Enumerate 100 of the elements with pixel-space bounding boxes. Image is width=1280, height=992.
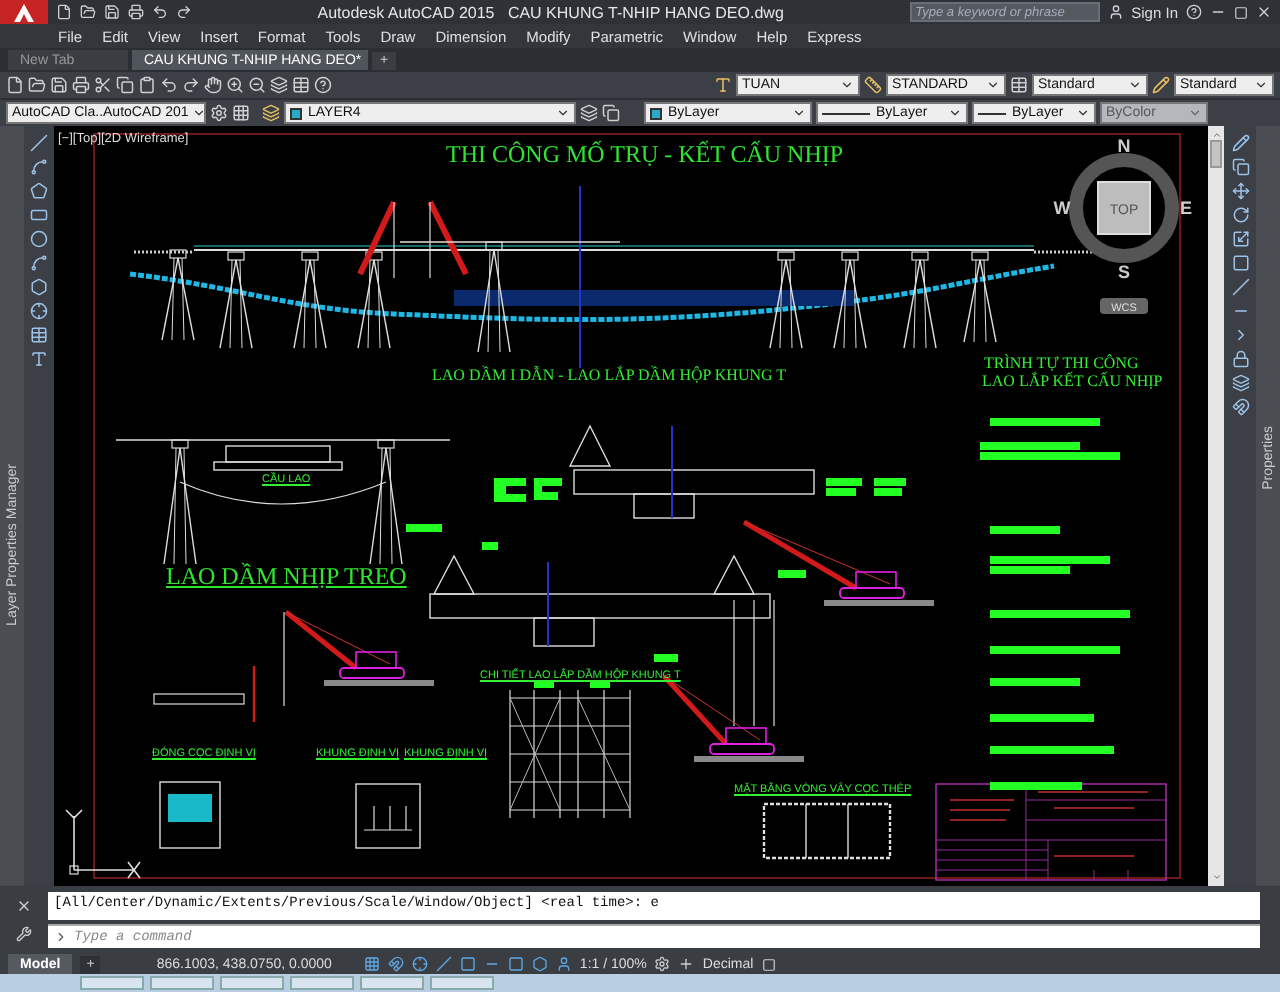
scale-icon[interactable]: [1231, 230, 1249, 248]
annotation-bar: [990, 610, 1130, 618]
annotation-bar: [778, 570, 806, 578]
maximize-icon[interactable]: [1234, 5, 1248, 19]
redo-icon[interactable]: [182, 76, 200, 94]
annotation-glyph-drawing: [534, 478, 562, 500]
app-logo-icon[interactable]: [0, 0, 48, 24]
undo-icon[interactable]: [152, 4, 168, 20]
drawing-text: THI CÔNG MỐ TRỤ - KẾT CẤU NHỊP: [446, 142, 844, 169]
save-icon[interactable]: [50, 76, 68, 94]
text-icon[interactable]: [30, 350, 48, 368]
user-icon[interactable]: [1107, 4, 1124, 20]
pan-icon[interactable]: [204, 76, 222, 94]
rotate-icon[interactable]: [1231, 206, 1249, 224]
help-icon[interactable]: [1186, 4, 1202, 20]
snap-icon[interactable]: [387, 956, 404, 972]
copy-icon[interactable]: [1231, 158, 1249, 176]
ruler-icon[interactable]: [864, 76, 882, 94]
color-swatch-icon: [650, 107, 662, 119]
annotation-bar: [990, 746, 1114, 754]
barge-drawing: [153, 611, 285, 722]
hexagon-icon[interactable]: [30, 278, 48, 296]
line-icon[interactable]: [30, 134, 48, 152]
drawing-text: LAO DẦM NHỊP TREO: [166, 564, 407, 591]
table-icon[interactable]: [30, 326, 48, 344]
zoom-out-icon[interactable]: [248, 76, 266, 94]
rectangle-icon[interactable]: [30, 206, 48, 224]
annotation-bar: [590, 680, 610, 688]
table-icon[interactable]: [292, 76, 310, 94]
layers-icon[interactable]: [580, 104, 598, 122]
circle-icon[interactable]: [30, 230, 48, 248]
point-icon[interactable]: [30, 302, 48, 320]
layers-icon[interactable]: [270, 76, 288, 94]
redo-icon[interactable]: [176, 4, 192, 20]
scroll-down-icon[interactable]: [1211, 872, 1221, 882]
grid-icon[interactable]: [363, 956, 380, 972]
fullscreen-icon[interactable]: [761, 957, 776, 971]
crane-drawing: [662, 674, 804, 762]
cut-icon[interactable]: [94, 76, 112, 94]
grid-icon[interactable]: [232, 104, 250, 122]
annotation-bar: [990, 714, 1094, 722]
compass-south[interactable]: S: [1118, 262, 1130, 282]
wrench-icon[interactable]: [16, 926, 32, 942]
table-style-icon[interactable]: [1010, 76, 1028, 94]
close-icon[interactable]: [1256, 4, 1272, 20]
paste-icon[interactable]: [138, 76, 156, 94]
ucs-menu-button[interactable]: [1100, 298, 1148, 314]
viewcube-compass-ring[interactable]: [1069, 153, 1179, 263]
copy-icon[interactable]: [116, 76, 134, 94]
prompt-icon: [54, 930, 68, 944]
ucs-axis-icon: [65, 809, 141, 879]
settings-icon[interactable]: [210, 104, 228, 122]
layers-icon[interactable]: [1231, 374, 1249, 392]
text-style-icon[interactable]: [714, 76, 732, 94]
settings-icon[interactable]: [654, 956, 671, 972]
scroll-up-icon[interactable]: [1211, 130, 1221, 140]
annotation-bar: [990, 646, 1120, 654]
spline-icon[interactable]: [30, 254, 48, 272]
help-icon[interactable]: [314, 76, 332, 94]
annotation-bar: [482, 542, 498, 550]
annotation-bar: [654, 654, 678, 662]
compass-west[interactable]: W: [1053, 198, 1071, 218]
annotation-bar: [406, 524, 442, 532]
compass-east[interactable]: E: [1180, 198, 1192, 218]
line-sample-icon: [978, 111, 1006, 115]
annotation-bar: [990, 418, 1100, 426]
drawing-text: TRÌNH TỰ THI CÔNG: [984, 356, 1139, 372]
polyline-icon[interactable]: [30, 158, 48, 176]
new-file-icon[interactable]: [6, 76, 24, 94]
plus-icon[interactable]: [678, 956, 695, 972]
lock-icon[interactable]: [1231, 350, 1249, 368]
window-title: Autodesk AutoCAD 2015 CAU KHUNG T-NHIP HANG DEO.dwg: [315, 3, 786, 21]
save-icon[interactable]: [104, 4, 120, 20]
compass-north[interactable]: N: [1117, 136, 1131, 156]
crosshair-icon[interactable]: [411, 956, 428, 972]
annotation-bar: [990, 526, 1060, 534]
drawing-text: LAO LẮP KẾT CẤU NHỊP: [982, 374, 1163, 392]
undo-icon[interactable]: [160, 76, 178, 94]
vertical-scrollbar[interactable]: [1208, 126, 1224, 886]
annotation-bar: [534, 680, 554, 688]
open-folder-icon[interactable]: [28, 76, 46, 94]
polygon-icon[interactable]: [30, 182, 48, 200]
annotation-bar: [990, 782, 1082, 790]
pencil-icon[interactable]: [1152, 76, 1170, 94]
printer-icon[interactable]: [128, 4, 144, 20]
annotation-glyph-drawing: [494, 478, 526, 502]
cofferdam-plan-drawing: [762, 802, 892, 860]
zoom-in-icon[interactable]: [226, 76, 244, 94]
new-file-icon[interactable]: [56, 4, 72, 20]
close-icon[interactable]: [16, 898, 32, 914]
snap-icon[interactable]: [1231, 398, 1249, 416]
move-icon[interactable]: [1231, 182, 1249, 200]
copy-icon[interactable]: [602, 104, 620, 122]
drawing-text: LAO DẦM I DẪN - LAO LẮP DẦM HỘP KHUNG T: [432, 368, 787, 386]
layers-icon[interactable]: [262, 104, 280, 122]
open-folder-icon[interactable]: [80, 4, 96, 20]
printer-icon[interactable]: [72, 76, 90, 94]
annotation-bar: [990, 678, 1080, 686]
scrollbar-thumb[interactable]: [1210, 140, 1222, 168]
layer-swatch-icon: [290, 107, 302, 119]
